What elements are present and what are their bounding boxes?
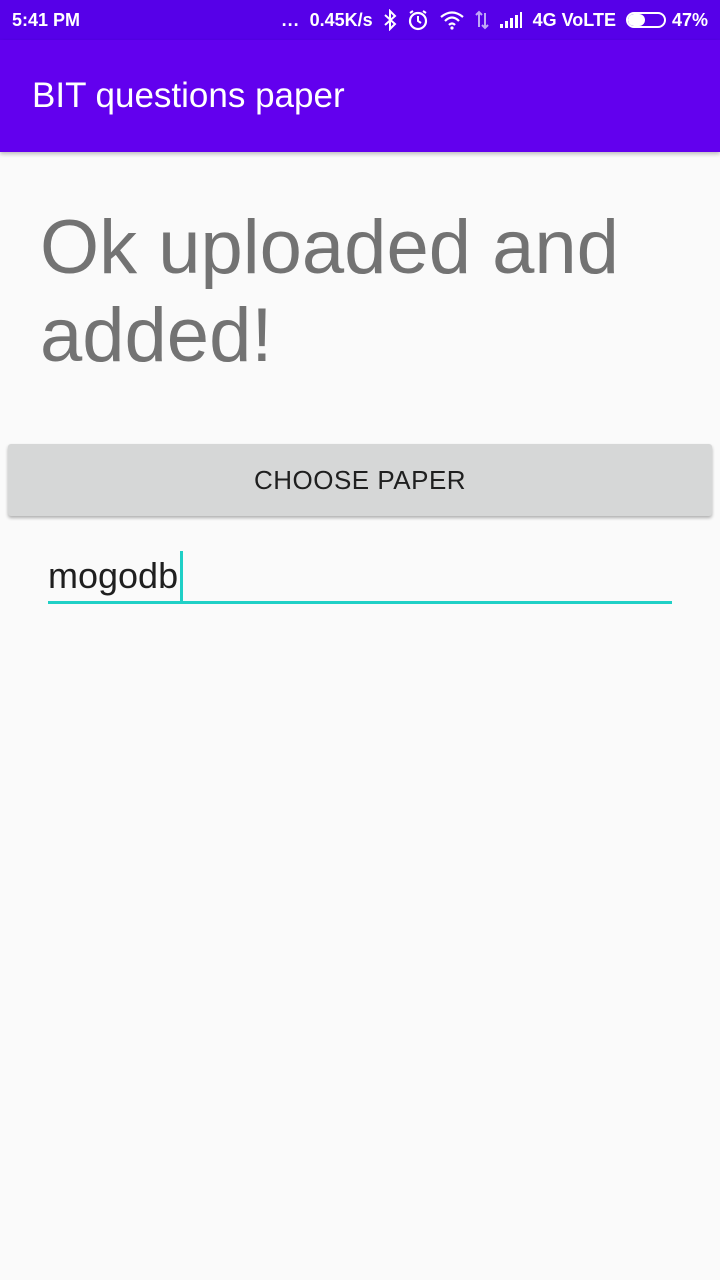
battery-level-fill xyxy=(627,14,645,26)
upload-status-message: Ok uploaded and added! xyxy=(40,205,619,378)
battery-icon xyxy=(625,12,666,28)
paper-name-input[interactable]: mogodb xyxy=(48,551,184,601)
paper-name-field[interactable]: mogodb xyxy=(48,546,672,606)
battery-percent: 47% xyxy=(671,9,708,30)
data-arrows-icon xyxy=(474,9,489,31)
signal-icon xyxy=(499,11,523,29)
choose-paper-button[interactable]: CHOOSE PAPER xyxy=(8,444,712,516)
input-underline xyxy=(48,601,672,604)
status-time: 5:41 PM xyxy=(12,9,81,30)
status-bar: 5:41 PM ... 0.45K/s 4G VoLTE 47% xyxy=(0,0,720,40)
battery-indicator: 47% xyxy=(625,9,708,31)
network-type: 4G VoLTE xyxy=(532,9,616,30)
network-speed: 0.45K/s xyxy=(309,9,373,30)
bluetooth-icon xyxy=(383,9,397,31)
app-bar: BIT questions paper xyxy=(0,40,720,152)
wifi-icon xyxy=(439,10,465,30)
paper-name-value: mogodb xyxy=(48,555,179,596)
alarm-icon xyxy=(407,9,429,31)
app-title: BIT questions paper xyxy=(32,76,345,115)
text-cursor xyxy=(180,551,184,601)
status-indicators: ... 0.45K/s 4G VoLTE 47% xyxy=(282,9,708,31)
more-notifications-indicator: ... xyxy=(281,9,300,30)
